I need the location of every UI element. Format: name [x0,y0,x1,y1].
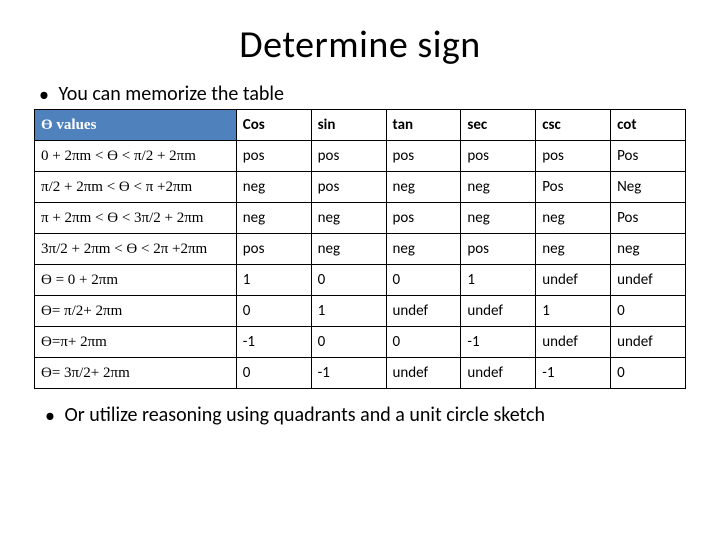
cell: 0 [611,358,686,389]
cell: undef [536,327,611,358]
table-row: 3π/2 + 2πm < Ө < 2π +2πm pos neg neg pos… [35,234,686,265]
cell: 0 [311,327,386,358]
cell: neg [461,172,536,203]
table-row: 0 + 2πm < Ө < π/2 + 2πm pos pos pos pos … [35,141,686,172]
cell: 0 [311,265,386,296]
header-csc: csc [536,110,611,141]
cell: Pos [611,203,686,234]
cell: 1 [536,296,611,327]
cell: 1 [311,296,386,327]
row-label: Ө= 3π/2+ 2πm [35,358,237,389]
cell: -1 [311,358,386,389]
row-label: π/2 + 2πm < Ө < π +2πm [35,172,237,203]
bullet-top-text: You can memorize the table [59,82,284,106]
cell: pos [386,203,461,234]
header-cos: Cos [236,110,311,141]
header-theta: Ө values [35,110,237,141]
table-row: Ө=π+ 2πm -1 0 0 -1 undef undef [35,327,686,358]
row-label: Ө = 0 + 2πm [35,265,237,296]
cell: pos [461,234,536,265]
cell: pos [461,141,536,172]
cell: Pos [536,172,611,203]
cell: neg [461,203,536,234]
table-row: Ө= 3π/2+ 2πm 0 -1 undef undef -1 0 [35,358,686,389]
row-label: Ө=π+ 2πm [35,327,237,358]
cell: -1 [236,327,311,358]
cell: pos [386,141,461,172]
cell: 0 [236,296,311,327]
cell: -1 [536,358,611,389]
cell: neg [386,234,461,265]
cell: 0 [386,327,461,358]
page-title: Determine sign [34,22,686,68]
cell: pos [311,141,386,172]
cell: undef [461,296,536,327]
table-body: 0 + 2πm < Ө < π/2 + 2πm pos pos pos pos … [35,141,686,389]
trig-sign-table: Ө values Cos sin tan sec csc cot 0 + 2πm… [34,109,686,389]
row-label: π + 2πm < Ө < 3π/2 + 2πm [35,203,237,234]
header-cot: cot [611,110,686,141]
slide: Determine sign • You can memorize the ta… [0,0,720,540]
cell: neg [536,203,611,234]
row-label: 3π/2 + 2πm < Ө < 2π +2πm [35,234,237,265]
cell: 1 [461,265,536,296]
cell: pos [236,141,311,172]
cell: neg [386,172,461,203]
header-sec: sec [461,110,536,141]
bullet-icon: • [40,404,60,428]
header-tan: tan [386,110,461,141]
bullet-icon: • [34,83,54,107]
bullet-bottom: • Or utilize reasoning using quadrants a… [40,403,686,428]
cell: 0 [386,265,461,296]
bullet-bottom-text: Or utilize reasoning using quadrants and… [65,403,545,427]
row-label: 0 + 2πm < Ө < π/2 + 2πm [35,141,237,172]
bullet-top: • You can memorize the table [34,82,686,107]
row-label: Ө= π/2+ 2πm [35,296,237,327]
table-header-row: Ө values Cos sin tan sec csc cot [35,110,686,141]
cell: 0 [611,296,686,327]
cell: undef [611,265,686,296]
cell: neg [236,203,311,234]
cell: pos [236,234,311,265]
cell: neg [311,234,386,265]
cell: undef [461,358,536,389]
cell: 1 [236,265,311,296]
cell: undef [611,327,686,358]
cell: neg [236,172,311,203]
cell: neg [536,234,611,265]
cell: pos [311,172,386,203]
cell: undef [536,265,611,296]
table-row: π/2 + 2πm < Ө < π +2πm neg pos neg neg P… [35,172,686,203]
table-row: Ө = 0 + 2πm 1 0 0 1 undef undef [35,265,686,296]
cell: neg [311,203,386,234]
cell: Neg [611,172,686,203]
cell: 0 [236,358,311,389]
cell: undef [386,296,461,327]
cell: pos [536,141,611,172]
cell: Pos [611,141,686,172]
cell: undef [386,358,461,389]
table-row: Ө= π/2+ 2πm 0 1 undef undef 1 0 [35,296,686,327]
table-row: π + 2πm < Ө < 3π/2 + 2πm neg neg pos neg… [35,203,686,234]
header-sin: sin [311,110,386,141]
cell: neg [611,234,686,265]
cell: -1 [461,327,536,358]
